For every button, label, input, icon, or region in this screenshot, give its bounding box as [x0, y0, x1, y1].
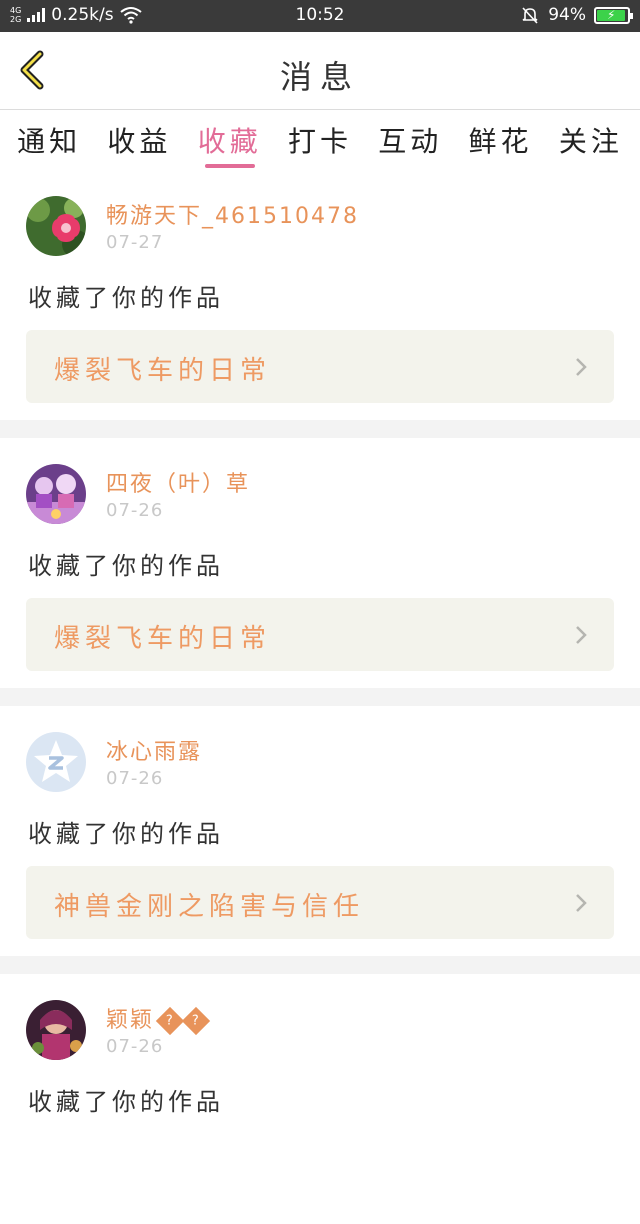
action-text: 收藏了你的作品 [28, 820, 224, 848]
tab-label: 收藏 [197, 125, 262, 158]
tab-earnings[interactable]: 收益 [107, 110, 171, 170]
avatar[interactable] [26, 196, 86, 256]
date: 07-26 [106, 500, 164, 521]
tab-check-in[interactable]: 打卡 [288, 110, 352, 170]
separator [0, 420, 640, 438]
message-item: 冰心雨露 07-26 收藏了你的作品 神兽金刚之陷害与信任 [0, 706, 640, 956]
anime-avatar-image [26, 464, 86, 524]
action-text: 收藏了你的作品 [28, 1088, 224, 1116]
tab-notifications[interactable]: 通知 [17, 110, 81, 170]
work-link[interactable]: 爆裂飞车的日常 [26, 330, 614, 403]
tab-favorites[interactable]: 收藏 [198, 110, 262, 170]
avatar[interactable] [26, 732, 86, 792]
date: 07-26 [106, 768, 164, 789]
badge-icon: ? [181, 1006, 211, 1036]
mute-bell-icon [522, 7, 538, 24]
chevron-right-icon [576, 626, 587, 644]
username[interactable]: 四夜（叶）草 [106, 466, 250, 498]
message-item: 四夜（叶）草 07-26 收藏了你的作品 爆裂飞车的日常 [0, 438, 640, 688]
action-text: 收藏了你的作品 [28, 284, 224, 312]
battery-icon: ⚡ [594, 6, 633, 24]
chevron-right-icon [576, 358, 587, 376]
tab-label: 通知 [17, 125, 82, 158]
tab-interactions[interactable]: 互动 [378, 110, 442, 170]
username[interactable]: 畅游天下_461510478 [106, 198, 359, 230]
tab-indicator [204, 164, 255, 168]
character-avatar-image [26, 1000, 86, 1060]
page-title: 消息 [279, 58, 360, 96]
tab-flowers[interactable]: 鲜花 [469, 110, 533, 170]
tab-label: 收益 [107, 125, 172, 158]
badge-text: ? [191, 1013, 201, 1028]
badge-icon: ? [155, 1006, 185, 1036]
badge-text: ? [165, 1013, 175, 1028]
date: 07-26 [106, 1036, 164, 1057]
tab-label: 鲜花 [468, 125, 533, 158]
tab-bar: 通知 收益 收藏 打卡 互动 鲜花 关注 [0, 110, 640, 170]
work-link[interactable]: 神兽金刚之陷害与信任 [26, 866, 614, 939]
message-list: 畅游天下_461510478 07-27 收藏了你的作品 爆裂飞车的日常 四夜（… [0, 170, 640, 1224]
separator [0, 688, 640, 706]
username-text: 颖颖 [106, 1008, 155, 1033]
tab-label: 关注 [558, 125, 623, 158]
flower-avatar-image [26, 196, 86, 256]
date: 07-27 [106, 232, 164, 253]
username[interactable]: 颖颖?? [106, 1002, 211, 1036]
status-right: 94% ⚡ [520, 5, 633, 25]
tab-label: 互动 [378, 125, 443, 158]
work-title: 爆裂飞车的日常 [54, 356, 272, 386]
avatar[interactable] [26, 464, 86, 524]
message-item: 畅游天下_461510478 07-27 收藏了你的作品 爆裂飞车的日常 [0, 170, 640, 420]
header: 消息 [0, 32, 640, 110]
chevron-right-icon [576, 894, 587, 912]
avatar[interactable] [26, 1000, 86, 1060]
work-title: 爆裂飞车的日常 [54, 624, 272, 654]
separator [0, 956, 640, 974]
username[interactable]: 冰心雨露 [106, 734, 202, 766]
tab-label: 打卡 [287, 125, 352, 158]
tab-follows[interactable]: 关注 [559, 110, 623, 170]
work-link[interactable]: 爆裂飞车的日常 [26, 598, 614, 671]
default-star-avatar-icon [26, 732, 86, 792]
work-title: 神兽金刚之陷害与信任 [54, 892, 365, 922]
action-text: 收藏了你的作品 [28, 552, 224, 580]
message-item: 颖颖?? 07-26 收藏了你的作品 [0, 974, 640, 1224]
battery-percent: 94% [548, 5, 586, 25]
status-bar: 4G 2G 0.25k/s 10:52 94% ⚡ [0, 0, 640, 32]
